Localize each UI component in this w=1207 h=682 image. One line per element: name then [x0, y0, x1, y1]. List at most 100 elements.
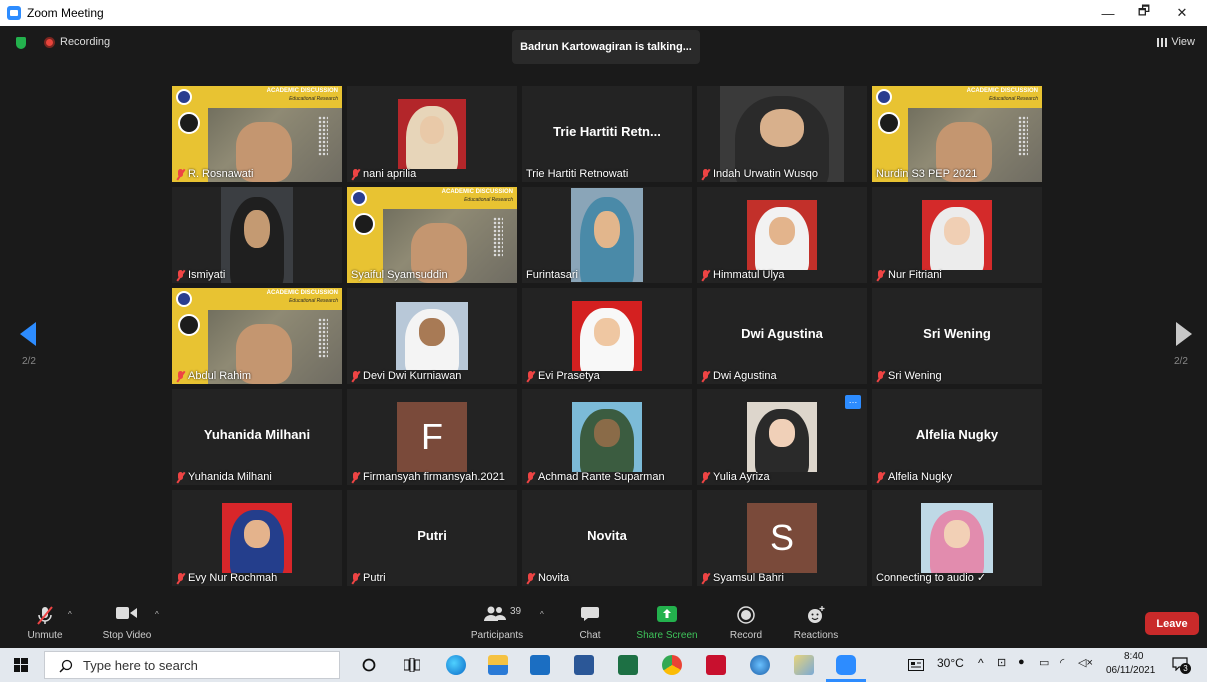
- participant-tile[interactable]: Dwi Agustina Dwi Agustina: [697, 288, 867, 384]
- weather-temperature[interactable]: 30°C: [937, 656, 964, 670]
- minimize-button[interactable]: —: [1090, 0, 1126, 26]
- globe-app-icon[interactable]: [750, 655, 770, 675]
- file-explorer-icon[interactable]: [488, 655, 508, 675]
- participant-tile[interactable]: Novita Novita: [522, 490, 692, 586]
- participant-name: Firmansyah firmansyah.2021: [363, 471, 505, 483]
- participant-tile[interactable]: F Firmansyah firmansyah.2021: [347, 389, 517, 485]
- participant-name: Nur Fitriani: [888, 269, 942, 281]
- camera-icon: [116, 607, 137, 619]
- participant-tile[interactable]: ACADEMIC DISCUSSION Educational Research R…: [172, 86, 342, 182]
- task-view-icon[interactable]: [404, 658, 420, 672]
- participant-tile[interactable]: Furintasari: [522, 187, 692, 283]
- wifi-icon[interactable]: ◜: [1060, 656, 1064, 669]
- muted-microphone-icon: [176, 370, 185, 382]
- windows-start-icon[interactable]: [14, 658, 28, 672]
- participant-name: Abdul Rahim: [188, 370, 251, 382]
- reactions-smiley-icon: [808, 606, 825, 623]
- adobe-app-icon[interactable]: [706, 655, 726, 675]
- chat-button[interactable]: Chat: [572, 596, 608, 648]
- speaker-photo: [178, 314, 200, 336]
- participant-tile[interactable]: Himmatul Ulya: [697, 187, 867, 283]
- close-button[interactable]: ✕: [1164, 0, 1200, 26]
- participant-tile[interactable]: ACADEMIC DISCUSSION Educational Research A…: [172, 288, 342, 384]
- poster-heading: ACADEMIC DISCUSSION: [266, 88, 338, 94]
- previous-page-icon[interactable]: [20, 322, 36, 346]
- participant-name-label: Syaiful Syamsuddin: [351, 269, 448, 281]
- participant-tile[interactable]: Indah Urwatin Wusqo: [697, 86, 867, 182]
- muted-microphone-icon: [351, 572, 360, 584]
- zoom-taskbar-icon[interactable]: [836, 655, 856, 675]
- participant-tile[interactable]: Nur Fitriani: [872, 187, 1042, 283]
- participant-tile[interactable]: nani aprilia: [347, 86, 517, 182]
- participant-tile[interactable]: Connecting to audio ✓: [872, 490, 1042, 586]
- clock-time[interactable]: 8:40: [1124, 651, 1143, 662]
- mail-icon[interactable]: [530, 655, 550, 675]
- university-logo-icon: [176, 89, 192, 105]
- participant-name-label: Abdul Rahim: [176, 370, 251, 382]
- notification-center-icon[interactable]: 3: [1172, 657, 1191, 674]
- taskbar-search-box[interactable]: Type here to search: [44, 651, 340, 679]
- participant-tile[interactable]: Putri Putri: [347, 490, 517, 586]
- leave-button[interactable]: Leave: [1145, 612, 1199, 635]
- audio-options-caret-icon[interactable]: ^: [68, 610, 72, 619]
- participant-tile[interactable]: Evi Prasetya: [522, 288, 692, 384]
- muted-microphone-icon: [526, 370, 535, 382]
- stop-video-button[interactable]: Stop Video: [96, 596, 158, 648]
- participant-name-label: Nur Fitriani: [876, 269, 942, 281]
- participant-tile[interactable]: Evy Nur Rochmah: [172, 490, 342, 586]
- participant-display-name: Yuhanida Milhani: [203, 427, 311, 442]
- participant-name: nani aprilia: [363, 168, 417, 180]
- battery-icon[interactable]: ▭: [1039, 656, 1049, 669]
- next-page-icon[interactable]: [1176, 322, 1192, 346]
- muted-microphone-icon: [526, 471, 535, 483]
- unmute-button[interactable]: Unmute: [18, 596, 72, 648]
- participant-tile[interactable]: S Syamsul Bahri: [697, 490, 867, 586]
- participant-tile[interactable]: Sri Wening Sri Wening: [872, 288, 1042, 384]
- clock-date[interactable]: 06/11/2021: [1106, 665, 1155, 676]
- participant-tile[interactable]: Achmad Rante Suparman: [522, 389, 692, 485]
- excel-icon[interactable]: [618, 655, 638, 675]
- view-button[interactable]: View: [1157, 36, 1195, 48]
- participant-name: Alfelia Nugky: [888, 471, 953, 483]
- encryption-shield-icon[interactable]: [16, 37, 26, 49]
- university-logo-icon: [351, 190, 367, 206]
- reactions-button[interactable]: Reactions: [790, 596, 842, 648]
- participants-button[interactable]: Participants: [466, 596, 528, 648]
- mic-tray-icon[interactable]: ●: [1018, 656, 1025, 668]
- participant-name: Yulia Ayriza: [713, 471, 770, 483]
- participant-name: Trie Hartiti Retnowati: [526, 168, 629, 180]
- cortana-icon[interactable]: [362, 658, 376, 672]
- share-screen-icon: [657, 606, 677, 622]
- participant-tile[interactable]: Devi Dwi Kurniawan: [347, 288, 517, 384]
- participant-photo: [398, 99, 466, 169]
- participant-tile[interactable]: ACADEMIC DISCUSSION Educational Research N…: [872, 86, 1042, 182]
- participant-tile[interactable]: ACADEMIC DISCUSSION Educational Research S…: [347, 187, 517, 283]
- participant-tile[interactable]: … Yulia Ayriza: [697, 389, 867, 485]
- weather-news-icon[interactable]: [908, 659, 924, 671]
- muted-microphone-icon: [176, 471, 185, 483]
- view-label: View: [1171, 36, 1195, 48]
- share-screen-button[interactable]: Share Screen: [632, 596, 702, 648]
- participant-tile[interactable]: Yuhanida Milhani Yuhanida Milhani: [172, 389, 342, 485]
- maximize-button[interactable]: 🗗: [1126, 0, 1162, 26]
- participant-photo: [747, 200, 817, 270]
- word-icon[interactable]: [574, 655, 594, 675]
- poster-subheading: Educational Research: [989, 96, 1038, 102]
- participants-options-caret-icon[interactable]: ^: [540, 610, 544, 619]
- speaker-muted-icon[interactable]: ◁×: [1078, 656, 1093, 669]
- participant-display-name: Novita: [587, 528, 627, 543]
- participant-tile[interactable]: Ismiyati: [172, 187, 342, 283]
- edge-browser-icon[interactable]: [446, 655, 466, 675]
- chrome-icon[interactable]: [662, 655, 682, 675]
- more-options-icon[interactable]: …: [845, 395, 861, 409]
- participant-display-name: Trie Hartiti Retn...: [553, 124, 661, 139]
- participant-name: Connecting to audio ✓: [876, 572, 987, 584]
- paint-app-icon[interactable]: [794, 655, 814, 675]
- video-options-caret-icon[interactable]: ^: [155, 610, 159, 619]
- meet-now-icon[interactable]: ⊡: [997, 656, 1006, 669]
- record-button[interactable]: Record: [726, 596, 766, 648]
- participant-tile[interactable]: Alfelia Nugky Alfelia Nugky: [872, 389, 1042, 485]
- participant-tile[interactable]: Trie Hartiti Retn... Trie Hartiti Retnowa…: [522, 86, 692, 182]
- show-hidden-icons-caret-icon[interactable]: ^: [978, 656, 984, 670]
- participant-name: Syaiful Syamsuddin: [351, 269, 448, 281]
